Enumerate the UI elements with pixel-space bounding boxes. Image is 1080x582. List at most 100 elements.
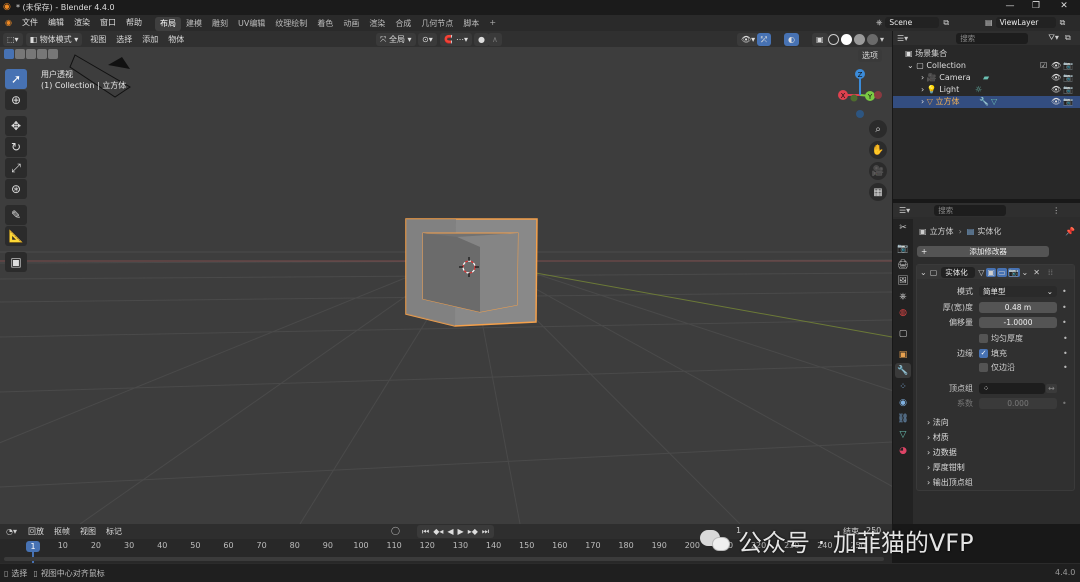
remove-modifier-icon[interactable]: ✕ bbox=[1033, 268, 1040, 277]
cursor-tool-icon[interactable]: ⊕ bbox=[5, 90, 27, 110]
physics-tab-icon[interactable]: ◉ bbox=[895, 395, 911, 410]
shading-options-icon[interactable]: ▾ bbox=[880, 35, 884, 44]
workspace-tab[interactable]: UV编辑 bbox=[233, 17, 270, 31]
viewport-toggle-icon[interactable]: ▭ bbox=[996, 267, 1007, 277]
options-dropdown[interactable]: 选项 bbox=[858, 49, 882, 62]
select-intersect-icon[interactable] bbox=[48, 49, 58, 59]
menu-help[interactable]: 帮助 bbox=[121, 15, 147, 31]
proportional-edit-toggle[interactable]: ● bbox=[474, 33, 489, 46]
wireframe-shading-icon[interactable] bbox=[828, 34, 839, 45]
outliner-editor-type-icon[interactable]: ☰▾ bbox=[897, 34, 908, 43]
factor-field[interactable]: 0.000 bbox=[979, 397, 1057, 409]
tool-tab-icon[interactable]: ✂ bbox=[895, 220, 911, 235]
modifier-name-field[interactable]: 实体化 bbox=[941, 266, 976, 278]
scene-tab-icon[interactable]: ⎈ bbox=[895, 289, 911, 304]
rotate-tool-icon[interactable]: ↻ bbox=[5, 137, 27, 157]
scale-tool-icon[interactable]: ⤢ bbox=[5, 158, 27, 178]
menu-select[interactable]: 选择 bbox=[111, 34, 137, 45]
keyframe-dot-icon[interactable]: • bbox=[1062, 287, 1067, 296]
play-reverse-icon[interactable]: ◀ bbox=[447, 527, 453, 536]
menu-view[interactable]: 视图 bbox=[85, 34, 111, 45]
subpanel-output-vgroups[interactable]: › 输出顶点组 bbox=[927, 475, 1073, 490]
add-cube-tool-icon[interactable]: ▣ bbox=[5, 252, 27, 272]
subpanel-normals[interactable]: › 法向 bbox=[927, 415, 1073, 430]
workspace-tab[interactable]: 着色 bbox=[312, 17, 338, 31]
light-render-icon[interactable]: 📷 bbox=[1063, 84, 1073, 96]
properties-editor-type-icon[interactable]: ☰▾ bbox=[899, 206, 910, 215]
select-new-icon[interactable] bbox=[4, 49, 14, 59]
jump-start-icon[interactable]: ⏮ bbox=[422, 527, 429, 537]
scene-name-field[interactable]: Scene bbox=[885, 17, 940, 28]
view-layer-tab-icon[interactable]: 🖼 bbox=[895, 273, 911, 288]
xray-toggle[interactable]: ▣ bbox=[812, 33, 828, 46]
editor-type-button[interactable]: ⬚▾ bbox=[3, 32, 23, 46]
scene-collection-row[interactable]: ▣ 场景集合 bbox=[893, 48, 1080, 60]
perspective-toggle-icon[interactable]: ▦ bbox=[869, 183, 887, 201]
select-invert-icon[interactable] bbox=[37, 49, 47, 59]
navigation-gizmo[interactable]: X Y Z bbox=[834, 67, 888, 121]
edit-mode-toggle-icon[interactable]: ▽ bbox=[978, 268, 984, 277]
zoom-icon[interactable]: ⌕ bbox=[869, 120, 887, 138]
menu-file[interactable]: 文件 bbox=[17, 15, 43, 31]
add-modifier-button[interactable]: + 添加修改器 bbox=[917, 246, 1049, 257]
timeline-scrollbar[interactable] bbox=[4, 557, 884, 561]
modifier-tab-icon[interactable]: 🔧 bbox=[895, 363, 911, 378]
select-subtract-icon[interactable] bbox=[26, 49, 36, 59]
viewlayer-selector[interactable]: ▤ ViewLayer ⧉ bbox=[985, 16, 1065, 29]
menu-object[interactable]: 物体 bbox=[163, 34, 189, 45]
close-button[interactable]: ✕ bbox=[1050, 1, 1078, 14]
cube-render-icon[interactable]: 📷 bbox=[1063, 96, 1073, 108]
3d-viewport[interactable]: 用户透视 (1) Collection | 立方体 ➚ ⊕ ✥ ↻ ⤢ ⊛ ✎ … bbox=[0, 47, 892, 524]
filter-icon[interactable]: ⛛▾ bbox=[1048, 33, 1059, 43]
collection-tab-icon[interactable]: ▢ bbox=[895, 326, 911, 341]
drag-handle-icon[interactable]: ⁞⁞ bbox=[1048, 268, 1053, 277]
keyframe-dot-icon[interactable]: • bbox=[1063, 363, 1068, 372]
menu-timeline-view[interactable]: 视图 bbox=[75, 526, 101, 537]
outliner-item-light[interactable]: › 💡 Light ☼ 👁 📷 bbox=[893, 84, 1080, 96]
render-toggle-icon[interactable]: 📷 bbox=[1007, 267, 1020, 277]
rim-fill-checkbox[interactable]: ✓ bbox=[979, 348, 988, 358]
cube-visibility-icon[interactable]: 👁 bbox=[1051, 96, 1061, 108]
output-tab-icon[interactable]: 🖨 bbox=[895, 257, 911, 272]
measure-tool-icon[interactable]: 📐 bbox=[5, 226, 27, 246]
proportional-falloff-dropdown[interactable]: ∧ bbox=[488, 33, 502, 46]
camera-render-icon[interactable]: 📷 bbox=[1063, 72, 1073, 84]
annotate-tool-icon[interactable]: ✎ bbox=[5, 205, 27, 225]
world-tab-icon[interactable]: ◍ bbox=[895, 305, 911, 320]
select-extend-icon[interactable] bbox=[15, 49, 25, 59]
light-visibility-icon[interactable]: 👁 bbox=[1051, 84, 1061, 96]
overlay-toggle[interactable]: ◐ bbox=[784, 33, 799, 46]
menu-playback[interactable]: 回放 bbox=[23, 526, 49, 537]
blender-menu-icon[interactable]: ◉ bbox=[0, 15, 17, 31]
render-tab-icon[interactable]: 📷 bbox=[895, 241, 911, 256]
workspace-tab[interactable]: 几何节点 bbox=[416, 17, 458, 31]
cage-toggle-icon[interactable]: ▣ bbox=[986, 267, 996, 277]
data-tab-icon[interactable]: ▽ bbox=[895, 427, 911, 442]
menu-window[interactable]: 窗口 bbox=[95, 15, 121, 31]
scene-selector[interactable]: ⎈ Scene ⧉ bbox=[876, 16, 949, 29]
workspace-tab[interactable]: 脚本 bbox=[458, 17, 484, 31]
jump-end-icon[interactable]: ⏭ bbox=[482, 527, 489, 537]
collection-checkbox-icon[interactable]: ☑ bbox=[1040, 60, 1047, 72]
autokey-toggle-icon[interactable]: ◯ bbox=[391, 526, 400, 535]
outliner-item-camera[interactable]: › 🎥 Camera ▰ 👁 📷 bbox=[893, 72, 1080, 84]
workspace-tab[interactable]: 雕刻 bbox=[207, 17, 233, 31]
subpanel-edge-data[interactable]: › 边数据 bbox=[927, 445, 1073, 460]
workspace-tab[interactable]: 纹理绘制 bbox=[270, 17, 312, 31]
thickness-field[interactable]: 0.48 m bbox=[979, 301, 1057, 313]
pan-hand-icon[interactable]: ✋ bbox=[869, 141, 887, 159]
offset-field[interactable]: -1.0000 bbox=[979, 316, 1057, 328]
properties-options-icon[interactable]: ⋮ bbox=[1052, 206, 1060, 215]
pin-icon[interactable]: 📌 bbox=[1065, 227, 1075, 236]
playhead[interactable]: 1 bbox=[26, 541, 40, 552]
collection-visibility-icon[interactable]: 👁 bbox=[1051, 60, 1061, 72]
new-collection-icon[interactable]: ⧉ bbox=[1065, 33, 1071, 43]
invert-vgroup-icon[interactable]: ↔ bbox=[1046, 383, 1057, 393]
modifier-dropdown-icon[interactable]: ⌄ bbox=[1022, 268, 1029, 277]
workspace-tab[interactable]: 合成 bbox=[390, 17, 416, 31]
object-tab-icon[interactable]: ▣ bbox=[895, 347, 911, 362]
transform-tool-icon[interactable]: ⊛ bbox=[5, 179, 27, 199]
outliner-item-cube[interactable]: › ▽ 立方体 🔧 ▽ 👁 📷 bbox=[893, 96, 1080, 108]
camera-visibility-icon[interactable]: 👁 bbox=[1051, 72, 1061, 84]
keyframe-dot-icon[interactable]: • bbox=[1062, 303, 1067, 312]
